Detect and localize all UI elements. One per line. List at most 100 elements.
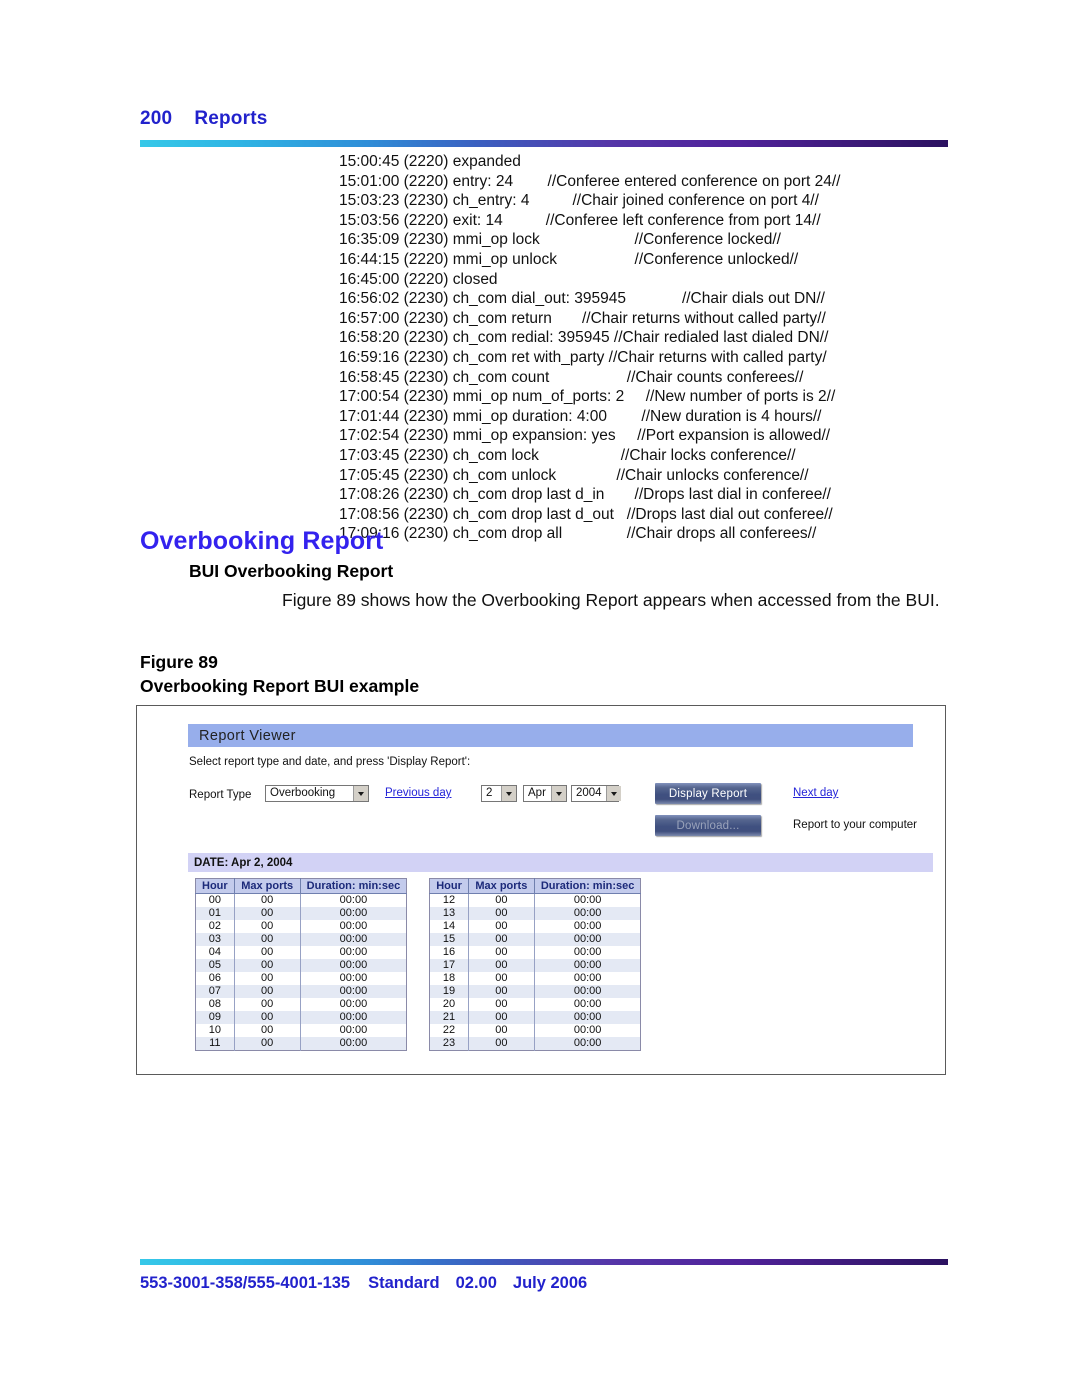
footer-doc-number: 553-3001-358/555-4001-135	[140, 1274, 351, 1292]
log-line: 17:05:45 (2230) ch_com unlock //Chair un…	[339, 466, 809, 484]
day-value: 2	[486, 787, 493, 799]
table-cell: 00	[468, 920, 535, 933]
chevron-down-icon[interactable]	[551, 786, 566, 801]
table-cell: 00	[234, 907, 301, 920]
page-title: Overbooking Report	[140, 527, 384, 555]
chapter-title: Reports	[194, 108, 268, 129]
table-cell: 12	[429, 893, 469, 907]
table-cell: 00:00	[534, 933, 641, 946]
column-header: Duration: min:sec	[534, 878, 641, 894]
table-row: 05 00 00:00	[195, 959, 407, 972]
table-cell: 03	[195, 933, 235, 946]
report-date-label: DATE: Apr 2, 2004	[194, 856, 293, 869]
table-cell: 10	[195, 1024, 235, 1037]
table-cell: 00:00	[300, 1037, 407, 1051]
table-row: 10 00 00:00	[195, 1024, 407, 1037]
log-line: 17:09:16 (2230) ch_com drop all //Chair …	[339, 525, 817, 543]
chevron-down-icon[interactable]	[353, 786, 368, 801]
table-cell: 00	[234, 920, 301, 933]
log-line: 16:35:09 (2230) mmi_op lock //Conference…	[339, 231, 781, 249]
table-header-row: Hour Max ports Duration: min:sec	[195, 878, 407, 894]
table-cell: 00:00	[300, 946, 407, 959]
table-cell: 00:00	[534, 1011, 641, 1024]
conference-log-block: 15:00:45 (2220) expanded 15:01:00 (2220) …	[339, 152, 841, 544]
table-cell: 11	[195, 1037, 235, 1051]
table-cell: 00:00	[534, 959, 641, 972]
column-header: Max ports	[234, 878, 301, 894]
log-line: 17:03:45 (2230) ch_com lock //Chair lock…	[339, 446, 796, 464]
next-day-link[interactable]: Next day	[793, 787, 838, 799]
report-viewer-instruction: Select report type and date, and press '…	[189, 756, 471, 768]
table-row: 16 00 00:00	[429, 946, 641, 959]
page-header: 200 Reports	[140, 108, 950, 130]
report-type-select[interactable]: Overbooking	[265, 785, 369, 802]
table-cell: 08	[195, 998, 235, 1011]
table-row: 00 00 00:00	[195, 893, 407, 907]
table-row: 02 00 00:00	[195, 920, 407, 933]
previous-day-link[interactable]: Previous day	[385, 787, 451, 799]
table-cell: 21	[429, 1011, 469, 1024]
table-row: 06 00 00:00	[195, 972, 407, 985]
table-cell: 00	[234, 893, 301, 907]
footer-standard: Standard	[368, 1274, 440, 1292]
table-cell: 00:00	[534, 920, 641, 933]
table-cell: 00:00	[534, 946, 641, 959]
log-line: 15:03:23 (2230) ch_entry: 4 //Chair join…	[339, 192, 819, 210]
log-line: 16:44:15 (2220) mmi_op unlock //Conferen…	[339, 250, 799, 268]
log-line: 16:56:02 (2230) ch_com dial_out: 395945 …	[339, 290, 825, 308]
table-cell: 00:00	[534, 985, 641, 998]
download-button[interactable]: Download...	[655, 815, 761, 836]
report-viewer-titlebar: Report Viewer	[188, 724, 913, 747]
table-cell: 00	[195, 893, 235, 907]
chevron-down-icon[interactable]	[501, 786, 516, 801]
log-line: 16:45:00 (2220) closed	[339, 270, 498, 288]
table-cell: 00	[468, 893, 535, 907]
page-number: 200	[140, 108, 173, 129]
table-cell: 00:00	[300, 998, 407, 1011]
log-line: 17:08:56 (2230) ch_com drop last d_out /…	[339, 505, 833, 523]
page-footer: 553-3001-358/555-4001-135 Standard 02.00…	[140, 1274, 587, 1293]
table-row: 07 00 00:00	[195, 985, 407, 998]
table-cell: 06	[195, 972, 235, 985]
table-cell: 00	[234, 972, 301, 985]
table-cell: 17	[429, 959, 469, 972]
column-header: Duration: min:sec	[300, 878, 407, 894]
figure-screenshot-panel: Report Viewer Select report type and dat…	[136, 705, 946, 1075]
day-select[interactable]: 2	[481, 785, 517, 802]
report-type-value: Overbooking	[270, 787, 336, 799]
log-line: 17:08:26 (2230) ch_com drop last d_in //…	[339, 486, 831, 504]
table-cell: 00	[468, 972, 535, 985]
table-cell: 00	[234, 933, 301, 946]
table-cell: 00:00	[534, 998, 641, 1011]
table-cell: 01	[195, 907, 235, 920]
table-cell: 04	[195, 946, 235, 959]
table-cell: 15	[429, 933, 469, 946]
month-select[interactable]: Apr	[523, 785, 567, 802]
table-cell: 00	[468, 959, 535, 972]
table-cell: 00	[468, 1037, 535, 1051]
table-row: 18 00 00:00	[429, 972, 641, 985]
footer-date: July 2006	[512, 1274, 588, 1292]
table-row: 13 00 00:00	[429, 907, 641, 920]
column-header: Hour	[195, 878, 235, 894]
display-report-button[interactable]: Display Report	[655, 783, 761, 804]
body-paragraph: Figure 89 shows how the Overbooking Repo…	[282, 590, 940, 610]
log-line: 15:00:45 (2220) expanded	[339, 153, 521, 170]
table-cell: 00	[234, 998, 301, 1011]
log-line: 16:57:00 (2230) ch_com return //Chair re…	[339, 309, 826, 327]
table-cell: 00	[234, 959, 301, 972]
table-cell: 16	[429, 946, 469, 959]
table-row: 04 00 00:00	[195, 946, 407, 959]
table-cell: 00	[468, 1024, 535, 1037]
table-cell: 00	[234, 946, 301, 959]
chevron-down-icon[interactable]	[605, 786, 621, 801]
year-value: 2004	[576, 787, 602, 799]
table-row: 22 00 00:00	[429, 1024, 641, 1037]
year-select[interactable]: 2004	[571, 785, 621, 802]
table-cell: 00:00	[534, 1037, 641, 1051]
table-row: 11 00 00:00	[195, 1037, 407, 1051]
table-cell: 02	[195, 920, 235, 933]
table-cell: 00	[468, 985, 535, 998]
column-header: Hour	[429, 878, 469, 894]
log-line: 17:02:54 (2230) mmi_op expansion: yes //…	[339, 427, 831, 445]
